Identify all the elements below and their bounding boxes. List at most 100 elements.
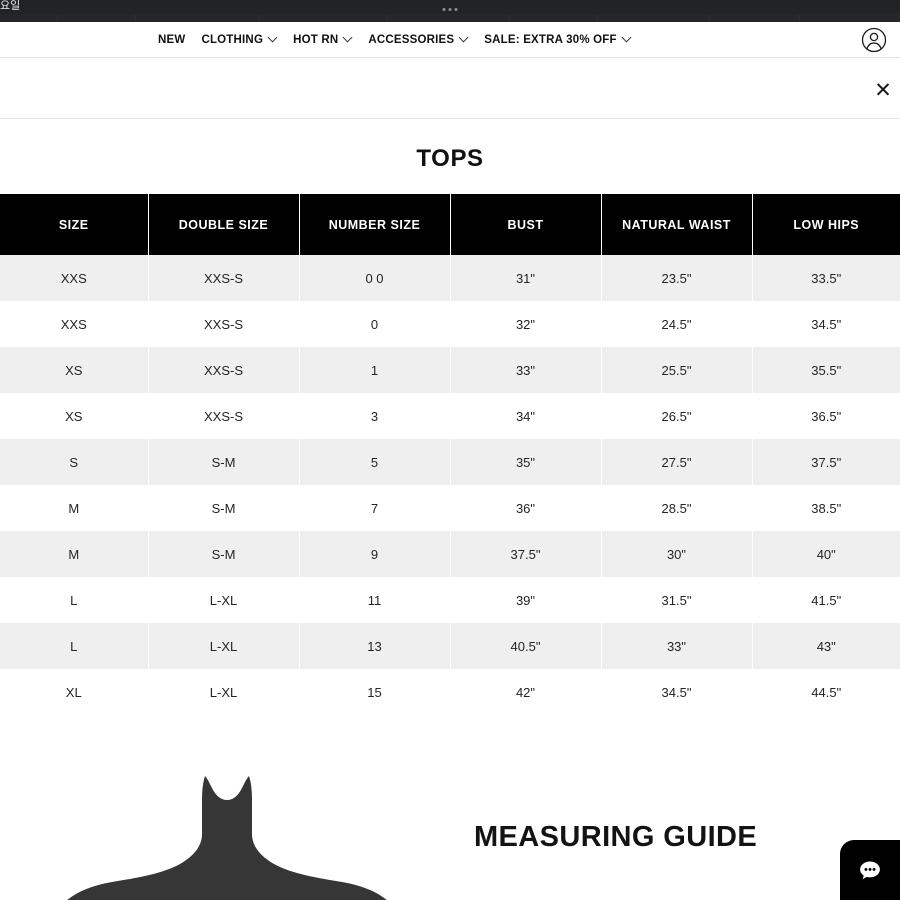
- cell-hips: 36.5": [752, 393, 900, 439]
- cell-size: S: [0, 439, 149, 485]
- cell-waist: 23.5": [601, 255, 753, 301]
- cell-hips: 44.5": [752, 669, 900, 715]
- table-row: S S-M 5 35" 27.5" 37.5": [0, 439, 900, 485]
- column-header-natural-waist: NATURAL WAIST: [601, 194, 753, 255]
- measuring-guide-heading: MEASURING GUIDE: [474, 821, 758, 853]
- nav-item-new[interactable]: NEW: [150, 34, 193, 46]
- table-row: XS XXS-S 1 33" 25.5" 35.5": [0, 347, 900, 393]
- table-body: XXS XXS-S 0 0 31" 23.5" 33.5" XXS XXS-S …: [0, 255, 900, 715]
- chevron-down-icon: [460, 34, 468, 42]
- nav-item-sale[interactable]: SALE: EXTRA 30% OFF: [476, 34, 638, 46]
- cell-hips: 35.5": [752, 347, 900, 393]
- mannequin-torso-silhouette-icon: [12, 740, 442, 900]
- cell-number: 0: [299, 301, 451, 347]
- cell-number: 13: [299, 623, 451, 669]
- cell-bust: 35": [450, 439, 602, 485]
- cell-waist: 27.5": [601, 439, 753, 485]
- chat-bubble-button[interactable]: [840, 840, 900, 900]
- cell-double: L-XL: [148, 623, 300, 669]
- cell-size: XS: [0, 393, 149, 439]
- column-header-size: SIZE: [0, 194, 149, 255]
- close-icon[interactable]: ✕: [868, 75, 898, 105]
- table-header: SIZE DOUBLE SIZE NUMBER SIZE BUST NATURA…: [0, 194, 900, 255]
- browser-tab[interactable]: [260, 14, 388, 22]
- cell-size: XXS: [0, 255, 149, 301]
- user-account-icon[interactable]: [860, 26, 888, 54]
- cell-size: XS: [0, 347, 149, 393]
- chevron-down-icon: [344, 34, 352, 42]
- dot: [448, 8, 452, 11]
- cell-bust: 32": [450, 301, 602, 347]
- cell-size: M: [0, 531, 149, 577]
- browser-tab-strip[interactable]: [0, 14, 900, 22]
- browser-tab[interactable]: [800, 14, 900, 22]
- cell-bust: 34": [450, 393, 602, 439]
- cell-size: L: [0, 623, 149, 669]
- page-title: TOPS: [416, 145, 484, 172]
- cell-double: XXS-S: [148, 347, 300, 393]
- cell-bust: 33": [450, 347, 602, 393]
- system-clock: 요일: [0, 0, 21, 12]
- browser-tab[interactable]: [0, 14, 58, 22]
- cell-double: XXS-S: [148, 255, 300, 301]
- column-header-low-hips: LOW HIPS: [752, 194, 900, 255]
- table-row: XXS XXS-S 0 32" 24.5" 34.5": [0, 301, 900, 347]
- cell-hips: 40": [752, 531, 900, 577]
- nav-item-hot-rn[interactable]: HOT RN: [285, 34, 360, 46]
- column-header-number-size: NUMBER SIZE: [299, 194, 451, 255]
- size-chart-table: SIZE DOUBLE SIZE NUMBER SIZE BUST NATURA…: [0, 194, 900, 715]
- cell-double: L-XL: [148, 577, 300, 623]
- browser-tab[interactable]: [598, 14, 710, 22]
- site-navigation: NEW CLOTHING HOT RN ACCESSORIES SALE: EX…: [0, 22, 900, 58]
- browser-tab[interactable]: [58, 14, 136, 22]
- cell-bust: 42": [450, 669, 602, 715]
- dot: [442, 8, 446, 11]
- cell-waist: 28.5": [601, 485, 753, 531]
- cell-number: 9: [299, 531, 451, 577]
- table-row: M S-M 7 36" 28.5" 38.5": [0, 485, 900, 531]
- chevron-down-icon: [269, 34, 277, 42]
- cell-hips: 34.5": [752, 301, 900, 347]
- modal-header: ✕: [0, 59, 900, 119]
- dot: [454, 8, 458, 11]
- cell-hips: 38.5": [752, 485, 900, 531]
- cell-number: 7: [299, 485, 451, 531]
- cell-number: 5: [299, 439, 451, 485]
- three-dots-icon[interactable]: [442, 8, 458, 11]
- browser-tab[interactable]: [510, 14, 598, 22]
- cell-hips: 41.5": [752, 577, 900, 623]
- cell-double: S-M: [148, 439, 300, 485]
- cell-number: 11: [299, 577, 451, 623]
- cell-size: XXS: [0, 301, 149, 347]
- column-header-bust: BUST: [450, 194, 602, 255]
- cell-number: 0 0: [299, 255, 451, 301]
- cell-number: 1: [299, 347, 451, 393]
- nav-item-label: SALE: EXTRA 30% OFF: [484, 34, 617, 46]
- nav-item-clothing[interactable]: CLOTHING: [193, 34, 285, 46]
- cell-double: L-XL: [148, 669, 300, 715]
- cell-number: 3: [299, 393, 451, 439]
- cell-number: 15: [299, 669, 451, 715]
- nav-item-list: NEW CLOTHING HOT RN ACCESSORIES SALE: EX…: [150, 22, 639, 58]
- cell-waist: 26.5": [601, 393, 753, 439]
- table-row: M S-M 9 37.5" 30" 40": [0, 531, 900, 577]
- nav-item-accessories[interactable]: ACCESSORIES: [360, 34, 476, 46]
- cell-size: XL: [0, 669, 149, 715]
- cell-bust: 40.5": [450, 623, 602, 669]
- cell-bust: 36": [450, 485, 602, 531]
- cell-waist: 31.5": [601, 577, 753, 623]
- cell-bust: 37.5": [450, 531, 602, 577]
- cell-waist: 34.5": [601, 669, 753, 715]
- cell-waist: 24.5": [601, 301, 753, 347]
- cell-waist: 30": [601, 531, 753, 577]
- cell-double: S-M: [148, 485, 300, 531]
- browser-tab[interactable]: [136, 14, 260, 22]
- table-row: L L-XL 11 39" 31.5" 41.5": [0, 577, 900, 623]
- table-row: XS XXS-S 3 34" 26.5" 36.5": [0, 393, 900, 439]
- browser-chrome: 요일: [0, 0, 900, 22]
- cell-hips: 43": [752, 623, 900, 669]
- table-row: XL L-XL 15 42" 34.5" 44.5": [0, 669, 900, 715]
- browser-tab[interactable]: [388, 14, 510, 22]
- cell-double: XXS-S: [148, 393, 300, 439]
- browser-tab[interactable]: [710, 14, 800, 22]
